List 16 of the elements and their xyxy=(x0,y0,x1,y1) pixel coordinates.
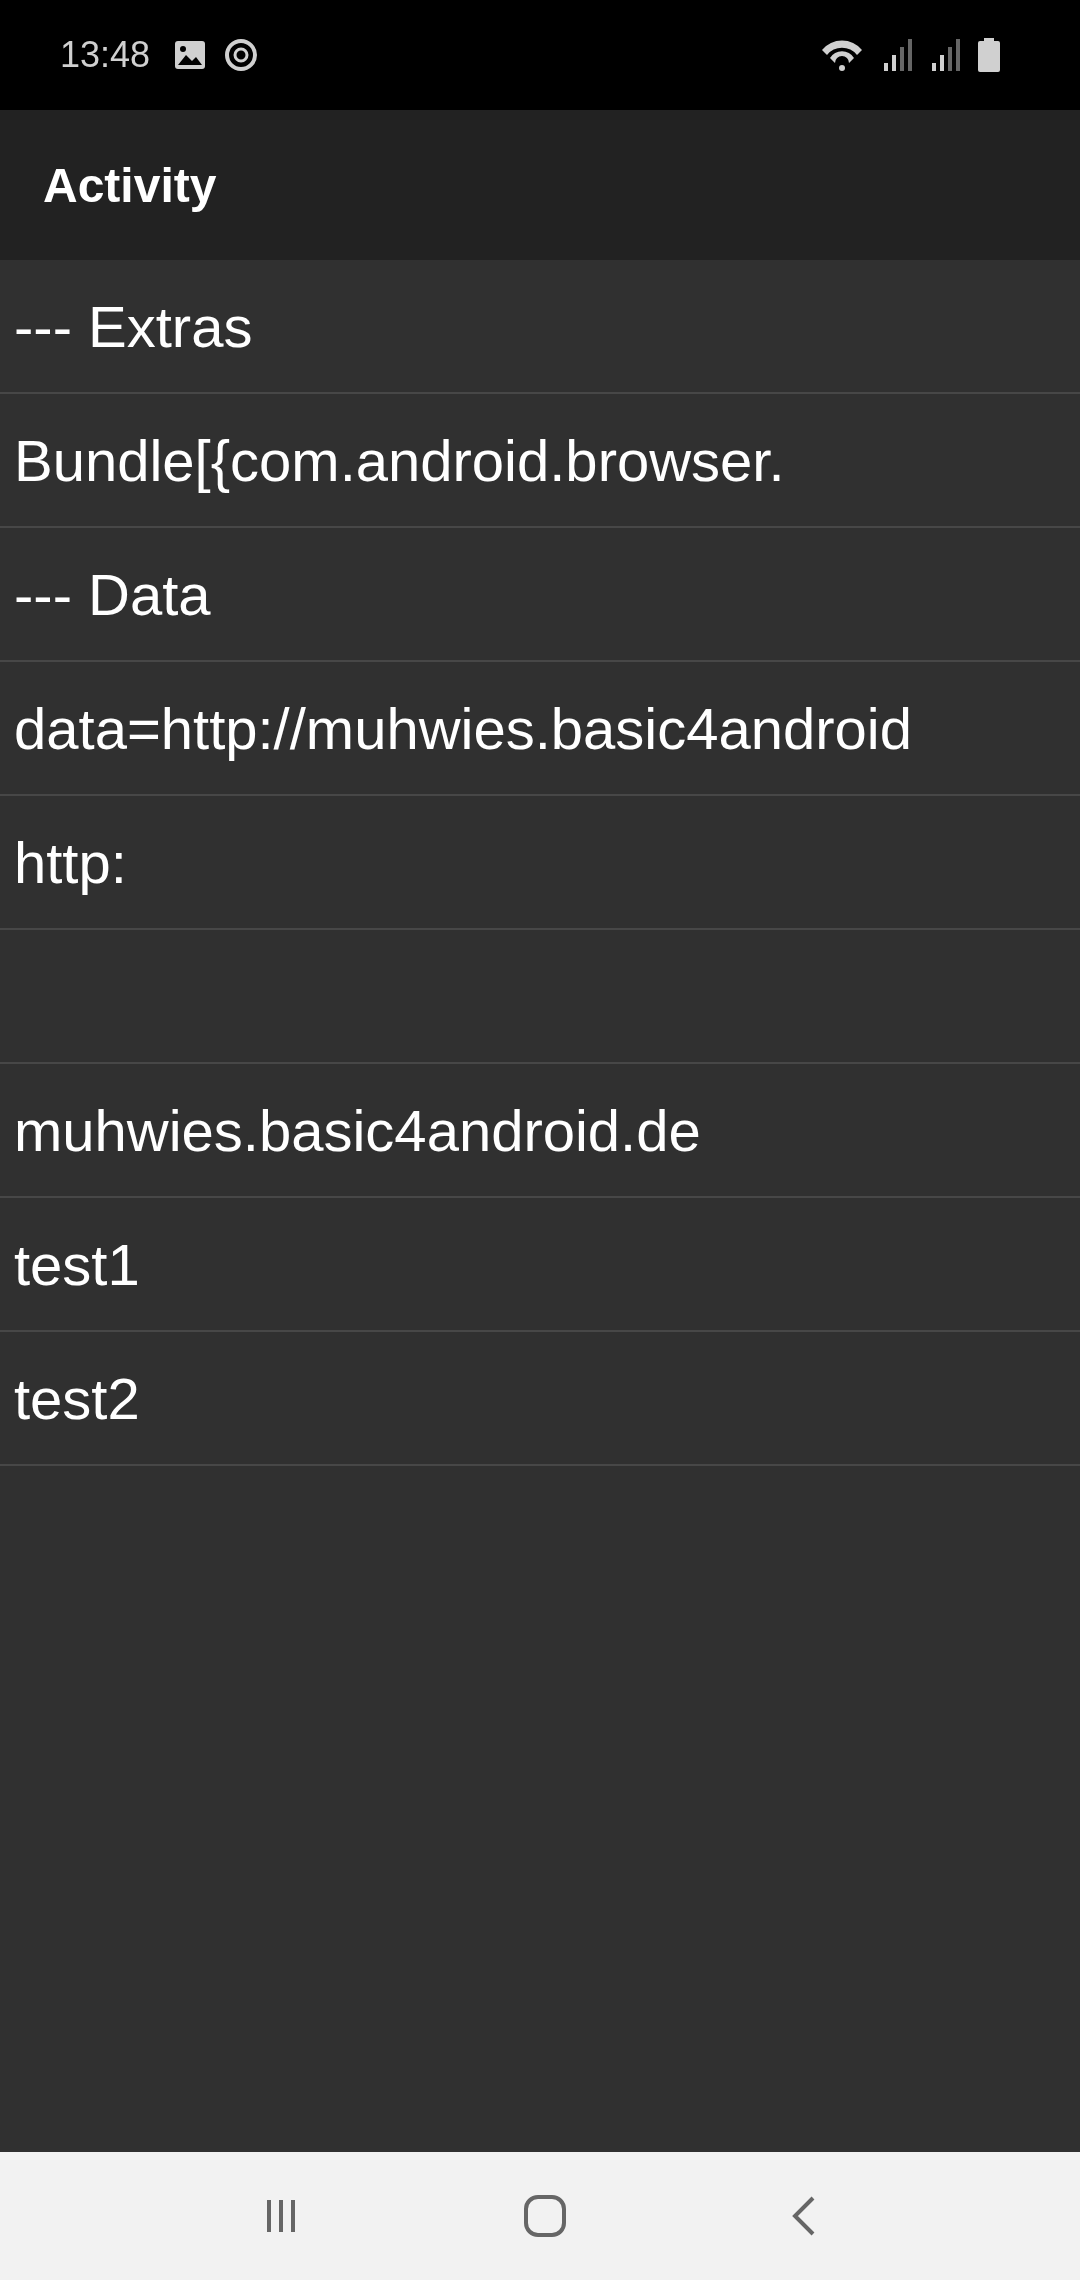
list-item[interactable]: --- Data xyxy=(14,560,211,628)
battery-icon xyxy=(978,38,1000,72)
wifi-icon xyxy=(820,38,864,72)
signal-icon xyxy=(930,39,960,71)
list-item[interactable]: http: xyxy=(14,828,127,896)
list-item[interactable]: test2 xyxy=(14,1364,140,1432)
list-item[interactable]: Bundle[{com.android.browser. xyxy=(14,426,785,494)
list-item[interactable]: --- Extras xyxy=(14,292,253,360)
list-item[interactable]: data=http://muhwies.basic4android xyxy=(14,694,912,762)
list-item[interactable]: test1 xyxy=(14,1230,140,1298)
home-icon[interactable] xyxy=(523,2194,567,2238)
list-item[interactable]: muhwies.basic4android.de xyxy=(14,1096,701,1164)
image-icon xyxy=(174,40,207,70)
signal-icon xyxy=(882,39,912,71)
app-title: Activity xyxy=(43,157,217,213)
status-time: 13:48 xyxy=(60,34,151,76)
